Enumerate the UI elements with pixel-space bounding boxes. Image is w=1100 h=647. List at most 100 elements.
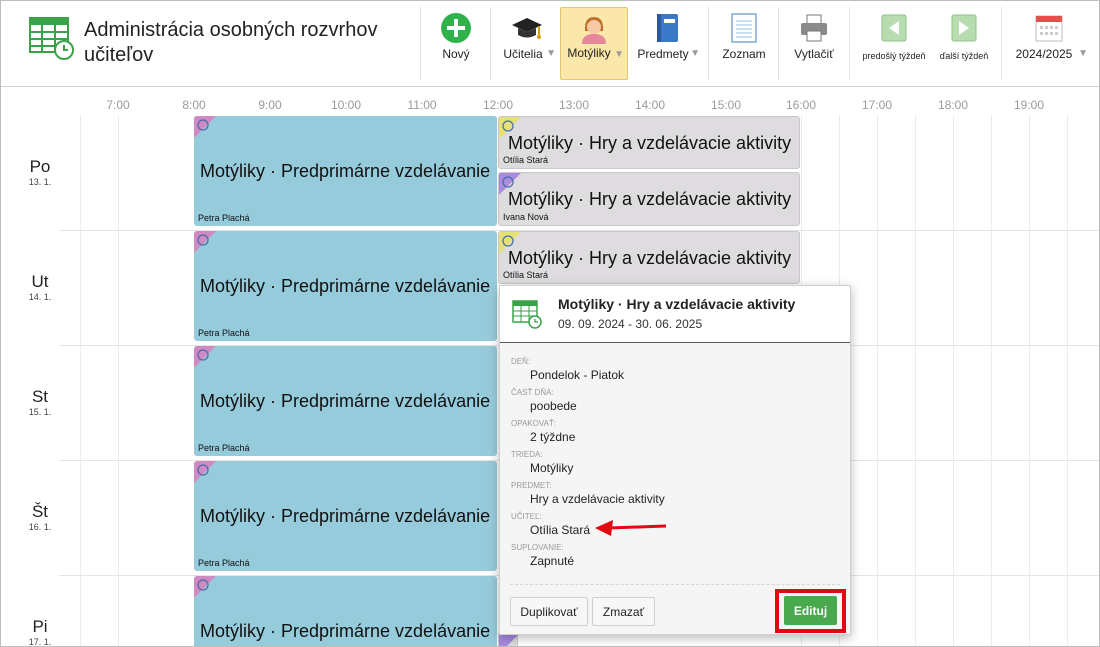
event-morning-thursday[interactable]: Motýliky · Predprimárne vzdelávanie Petr… <box>194 461 497 571</box>
popup-dates: 09. 09. 2024 - 30. 06. 2025 <box>558 317 703 331</box>
field-value: Hry a vzdelávacie aktivity <box>530 492 665 506</box>
hour-label: 15:00 <box>710 98 742 112</box>
field-repeat: OPAKOVAŤ: 2 týždne <box>511 419 575 445</box>
toolbar-separator <box>420 7 421 80</box>
hour-label: 17:00 <box>861 98 893 112</box>
grid-line <box>1067 115 1068 646</box>
next-arrow-icon <box>951 14 977 42</box>
teachers-dropdown[interactable]: Učitelia ▼ <box>495 7 559 80</box>
event-afternoon-monday-a[interactable]: Motýliky · Hry a vzdelávacie aktivity Ot… <box>498 116 800 169</box>
delete-button[interactable]: Zmazať <box>592 597 655 626</box>
app-title: Administrácia osobných rozvrhov učiteľov <box>84 19 378 66</box>
day-label-wednesday: St 15. 1. <box>19 387 61 418</box>
event-afternoon-monday-b[interactable]: Motýliky · Hry a vzdelávacie aktivity Iv… <box>498 172 800 226</box>
subjects-label: Predmety <box>637 47 689 61</box>
event-afternoon-tuesday[interactable]: Motýliky · Hry a vzdelávacie aktivity Ot… <box>498 231 800 284</box>
event-title: Motýliky · Hry a vzdelávacie aktivity <box>508 133 792 153</box>
graduation-cap-icon <box>512 18 542 39</box>
subject-corner-icon <box>194 576 216 598</box>
field-value: poobede <box>530 399 577 413</box>
prev-week-button[interactable]: predošlý týždeň <box>858 7 930 80</box>
field-day-part: ČASŤ DŇA: poobede <box>511 388 577 414</box>
field-label: SUPLOVANIE: <box>511 543 564 552</box>
hour-label: 13:00 <box>558 98 590 112</box>
event-teacher: Petra Plachá <box>198 328 250 338</box>
grid-line <box>991 115 992 646</box>
edit-highlight-box <box>775 589 846 633</box>
field-value: Zapnuté <box>530 554 575 568</box>
day-label-thursday: Št 16. 1. <box>19 502 61 533</box>
classes-dropdown[interactable]: Motýliky ▼ <box>560 7 628 80</box>
field-label: PREDMET: <box>511 481 552 490</box>
event-teacher: Otília Stará <box>503 155 549 165</box>
new-button[interactable]: Nový <box>426 7 486 80</box>
classes-label: Motýliky <box>567 46 611 60</box>
toolbar: Administrácia osobných rozvrhov učiteľov… <box>1 1 1099 87</box>
toolbar-separator <box>849 7 850 80</box>
field-label: OPAKOVAŤ: <box>511 419 557 428</box>
day-label-tuesday: Ut 14. 1. <box>19 272 61 303</box>
field-label: DEŇ: <box>511 357 531 366</box>
field-value: Otília Stará <box>530 523 591 537</box>
day-date: 13. 1. <box>28 177 52 187</box>
hour-label: 9:00 <box>258 98 282 112</box>
duplicate-button[interactable]: Duplikovať <box>510 597 588 626</box>
field-value: Pondelok - Piatok <box>530 368 625 382</box>
student-girl-icon <box>582 17 606 44</box>
list-page-icon <box>731 13 757 43</box>
hour-label: 18:00 <box>937 98 969 112</box>
day-name: Po <box>29 157 51 176</box>
chevron-down-icon: ▼ <box>1078 48 1088 59</box>
event-morning-wednesday[interactable]: Motýliky · Predprimárne vzdelávanie Petr… <box>194 346 497 456</box>
prev-week-label: predošlý týždeň <box>862 51 926 61</box>
event-teacher: Otília Stará <box>503 270 549 280</box>
print-button[interactable]: Vytlačiť <box>783 7 845 80</box>
event-teacher: Petra Plachá <box>198 443 250 453</box>
day-date: 17. 1. <box>28 637 52 647</box>
day-label-monday: Po 13. 1. <box>19 157 61 188</box>
chevron-down-icon: ▼ <box>614 49 624 60</box>
timetable-clock-icon <box>29 17 74 60</box>
hour-label: 14:00 <box>634 98 666 112</box>
event-morning-friday[interactable]: Motýliky · Predprimárne vzdelávanie <box>194 576 497 646</box>
timetable-clock-icon <box>512 300 542 329</box>
hour-label: 7:00 <box>106 98 130 112</box>
list-button[interactable]: Zoznam <box>713 7 775 80</box>
subjects-dropdown[interactable]: Predmety ▼ <box>631 7 703 80</box>
new-label: Nový <box>442 47 470 61</box>
event-teacher: Petra Plachá <box>198 213 250 223</box>
next-week-button[interactable]: ďalší týždeň <box>933 7 995 80</box>
event-title: Motýliky · Predprimárne vzdelávanie <box>200 161 491 181</box>
popup-title: Motýliky · Hry a vzdelávacie aktivity <box>558 296 796 312</box>
prev-arrow-icon <box>881 14 907 42</box>
day-name: St <box>31 387 49 406</box>
subject-corner-icon <box>194 346 216 368</box>
field-label: UČITEĽ: <box>511 512 542 521</box>
event-title: Motýliky · Predprimárne vzdelávanie <box>200 391 491 411</box>
field-day: DEŇ: Pondelok - Piatok <box>511 357 624 383</box>
event-title: Motýliky · Predprimárne vzdelávanie <box>200 506 491 526</box>
popup-divider <box>510 584 840 585</box>
grid-line <box>1029 115 1030 646</box>
event-title: Motýliky · Predprimárne vzdelávanie <box>200 621 491 641</box>
day-name: Št <box>31 502 49 521</box>
event-teacher: Petra Plachá <box>198 558 250 568</box>
subject-corner-icon <box>194 116 216 138</box>
app-window: Administrácia osobných rozvrhov učiteľov… <box>0 0 1100 647</box>
day-date: 15. 1. <box>28 407 52 417</box>
subject-corner-icon <box>194 461 216 483</box>
grid-line <box>953 115 954 646</box>
day-date: 16. 1. <box>28 522 52 532</box>
event-morning-tuesday[interactable]: Motýliky · Predprimárne vzdelávanie Petr… <box>194 231 497 341</box>
field-substitution: SUPLOVANIE: Zapnuté <box>511 543 574 569</box>
hour-label: 12:00 <box>482 98 514 112</box>
school-year-dropdown[interactable]: 2024/2025 ▼ <box>1007 7 1091 80</box>
day-date: 14. 1. <box>28 292 52 302</box>
printer-icon <box>801 14 827 42</box>
grid-line <box>80 115 81 646</box>
event-morning-monday[interactable]: Motýliky · Predprimárne vzdelávanie Petr… <box>194 116 497 226</box>
popup-header: Motýliky · Hry a vzdelávacie aktivity 09… <box>500 286 850 343</box>
hour-label: 16:00 <box>785 98 817 112</box>
calendar-icon <box>1035 15 1063 42</box>
day-label-friday: Pi 17. 1. <box>19 617 61 647</box>
